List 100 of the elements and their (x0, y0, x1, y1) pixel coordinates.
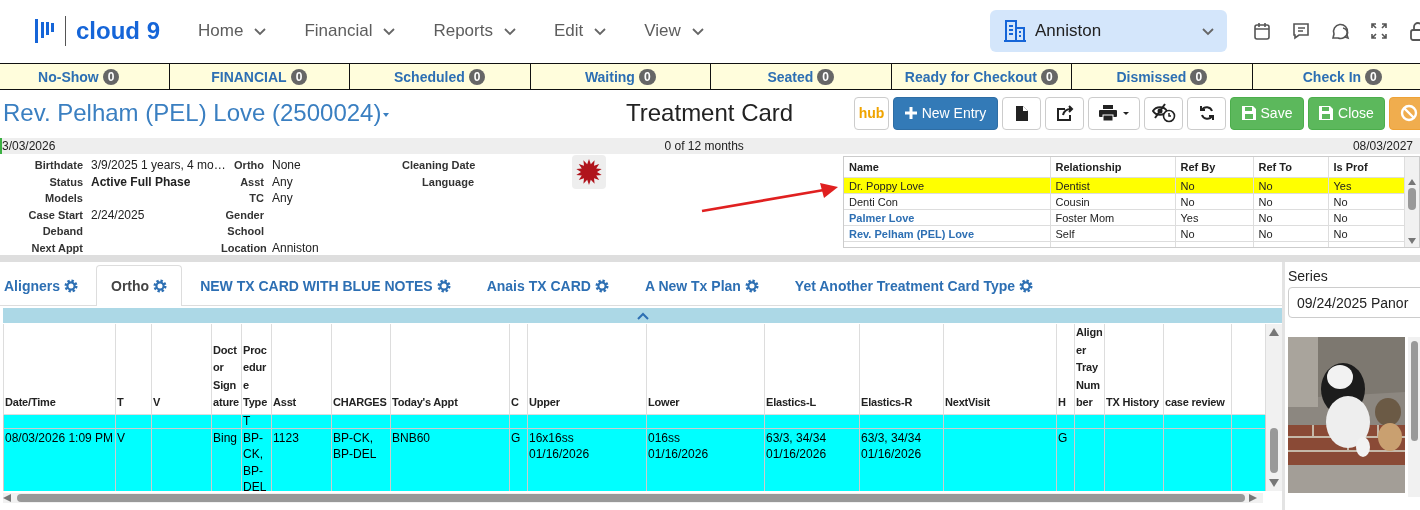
status-tab[interactable]: Seated 0 (711, 64, 892, 89)
table-cell: BP-CK, BP-DEL (241, 428, 272, 491)
table-cell: No (1253, 225, 1328, 242)
series-dropdown[interactable]: 09/24/2025 Panor (1288, 287, 1420, 318)
table-cell: 63/3, 34/34 01/16/2026 (764, 428, 860, 491)
field-value: 2/24/2025 (91, 206, 146, 223)
field-label: Models (44, 191, 83, 206)
column-header: Today's Appt (390, 324, 510, 414)
count-badge: 0 (102, 68, 120, 85)
nav-menu[interactable]: View (644, 21, 705, 41)
tab[interactable]: Aligners (3, 265, 96, 305)
relationship-row[interactable]: Denti Con Cousin No No No (844, 193, 1404, 210)
status-tab[interactable]: Waiting 0 (530, 64, 711, 89)
field-label: Ortho (233, 158, 264, 173)
table-cell: Self (1050, 225, 1175, 242)
field-label: Case Start (27, 207, 83, 223)
relationship-row[interactable]: Rev. Pelham (PEL) Love Self No No No (844, 225, 1404, 242)
table-cell: BP-CK, BP-DEL (331, 428, 391, 491)
page-title: Treatment Card (626, 99, 795, 127)
field-value: None (272, 157, 302, 174)
table-cell: 016ss 01/16/2026 (646, 428, 765, 491)
column-header: Lower (646, 324, 765, 414)
status-tab[interactable]: No-Show 0 (0, 64, 170, 89)
field-value: Any (272, 173, 294, 190)
table-cell: No (1328, 209, 1404, 226)
count-badge: 0 (1365, 68, 1382, 85)
count-badge: 0 (1190, 68, 1208, 85)
table-cell: 1123 (271, 428, 332, 491)
tab[interactable]: NEW TX CARD WITH BLUE NOTES (182, 265, 469, 305)
tab[interactable]: A New Tx Plan (626, 265, 777, 305)
status-tab[interactable]: FINANCIAL 0 (169, 64, 350, 89)
column-header: Ref To (1253, 157, 1328, 178)
field-label: Location (221, 240, 264, 255)
table-cell: No (1175, 225, 1253, 242)
count-badge: 0 (290, 68, 308, 85)
table-cell: Denti Con (844, 193, 1050, 210)
field-label: TC (248, 191, 264, 206)
count-badge: 0 (1041, 68, 1058, 85)
field-label: Gender (224, 207, 264, 223)
nav-menu[interactable]: Home (198, 21, 268, 41)
column-header: Procedure Type (241, 324, 272, 414)
nav-menu[interactable]: Reports (433, 21, 517, 41)
table-cell: 16x16ss 01/16/2026 (527, 428, 647, 491)
count-badge: 0 (638, 68, 656, 85)
table-cell: No (1328, 193, 1404, 210)
column-header: Doctor Signature (211, 324, 242, 414)
table-cell: No (1175, 193, 1253, 210)
start-date: 3/03/2026 (2, 139, 56, 153)
tab[interactable]: Anais TX CARD (468, 265, 627, 305)
column-header: Elastics-L (764, 324, 860, 414)
column-header: Asst (271, 324, 332, 414)
column-header: C (509, 324, 528, 414)
tab[interactable]: Ortho (96, 265, 183, 306)
field-label: Language (421, 174, 474, 190)
new-entry-button[interactable]: New Entry (893, 96, 998, 130)
field-value: Anniston (272, 239, 320, 255)
column-header: NextVisit (943, 324, 1057, 414)
column-header: Date/Time (3, 324, 116, 414)
column-header: Relationship (1050, 157, 1175, 178)
column-header: Is Prof (1328, 157, 1404, 178)
end-date: 08/03/2027 (1352, 139, 1413, 153)
field-label: Status (48, 174, 83, 190)
name-link[interactable]: Palmer Love (844, 209, 1050, 226)
nav-menu[interactable]: Edit (553, 21, 608, 41)
count-badge: 0 (817, 68, 835, 85)
table-cell: Foster Mom (1050, 209, 1175, 226)
column-header: TX History (1104, 324, 1164, 414)
column-header: Ref By (1175, 157, 1253, 178)
field-label: Asst (239, 174, 264, 190)
table-cell: Bing (211, 428, 242, 491)
field-value: Any (272, 190, 294, 207)
progress-text: 0 of 12 months (664, 139, 744, 153)
status-tab[interactable]: Scheduled 0 (350, 64, 531, 89)
patient-name-link[interactable]: Rev. Pelham (PEL) Love (2500024) (0, 99, 626, 127)
name-link[interactable]: Rev. Pelham (PEL) Love (844, 225, 1050, 242)
table-cell: BNB60 (390, 428, 510, 491)
field-label: Birthdate (33, 158, 83, 173)
relationship-row[interactable]: Palmer Love Foster Mom Yes No No (844, 209, 1404, 226)
column-header: H (1056, 324, 1075, 414)
field-label: Deband (41, 224, 83, 239)
table-cell: 08/03/2026 1:09 PM (3, 428, 116, 491)
count-badge: 0 (468, 68, 486, 85)
column-header: CHARGES (331, 324, 391, 414)
relationship-row[interactable]: Dr. Poppy Love Dentist No No Yes (844, 177, 1404, 194)
field-label: School (226, 224, 264, 239)
tab[interactable]: Yet Another Treatment Card Type (776, 265, 1052, 305)
location-selector[interactable]: Anniston (990, 10, 1227, 52)
column-header: case review (1163, 324, 1232, 414)
column-header: Elastics-R (859, 324, 944, 414)
status-tab[interactable]: Dismissed 0 (1072, 64, 1253, 89)
logo-text: cloud 9 (65, 16, 160, 46)
table-cell: Cousin (1050, 193, 1175, 210)
column-header: Upper (527, 324, 647, 414)
status-tab[interactable]: Check In 0 (1252, 64, 1420, 89)
column-header: V (151, 324, 212, 414)
table-cell: 63/3, 34/34 01/16/2026 (859, 428, 944, 491)
nav-menu[interactable]: Financial (304, 21, 397, 41)
status-tab[interactable]: Ready for Checkout 0 (891, 64, 1072, 89)
table-cell: V (115, 428, 152, 491)
field-value: Active Full Phase (91, 173, 192, 190)
